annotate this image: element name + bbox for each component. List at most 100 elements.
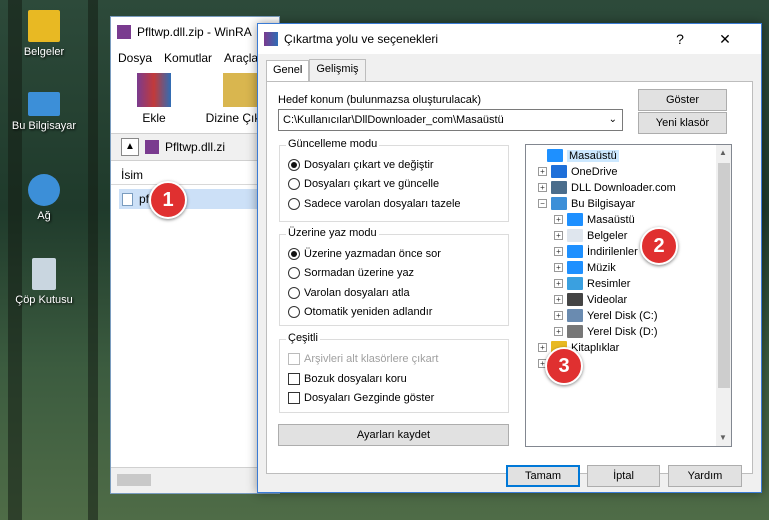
overwrite-option-ask[interactable]: Üzerine yazmadan önce sor — [288, 248, 441, 260]
overwrite-mode-title: Üzerine yaz modu — [286, 227, 379, 239]
save-settings-button[interactable]: Ayarları kaydet — [278, 424, 509, 446]
downloads-icon — [567, 245, 583, 258]
folder-tree[interactable]: Masaüstü + OneDrive + DLL Downloader.com − Bu … — [525, 144, 732, 447]
help-button[interactable]: Yardım — [668, 465, 742, 487]
column-header-name[interactable]: İsim — [111, 165, 279, 185]
overwrite-option-rename[interactable]: Otomatik yeniden adlandır — [288, 306, 432, 318]
tree-item[interactable]: + Resimler — [554, 277, 630, 290]
update-option-update[interactable]: Dosyaları çıkart ve güncelle — [288, 178, 439, 190]
tree-item[interactable]: Masaüstü — [534, 149, 619, 162]
dialog-title: Çıkartma yolu ve seçenekleri — [284, 32, 439, 46]
tab-advanced[interactable]: Gelişmiş — [309, 59, 366, 81]
drive-key-icon — [117, 474, 151, 486]
tree-item-label: Yerel Disk (C:) — [587, 309, 658, 322]
add-button-label: Ekle — [142, 111, 166, 125]
expand-toggle-icon[interactable]: + — [554, 263, 563, 272]
tree-item[interactable]: + Müzik — [554, 261, 616, 274]
computer-icon — [28, 92, 60, 116]
dest-path-value: C:\Kullanıcılar\DllDownloader_com\Masaüs… — [283, 114, 504, 126]
tab-general[interactable]: Genel — [266, 60, 310, 82]
user-icon — [551, 181, 567, 194]
annotation-marker-2: 2 — [640, 227, 678, 265]
tree-item-label: Masaüstü — [587, 213, 635, 226]
expand-toggle-icon[interactable]: − — [538, 199, 547, 208]
ok-button[interactable]: Tamam — [506, 465, 580, 487]
expand-toggle-icon[interactable]: + — [554, 215, 563, 224]
show-button[interactable]: Göster — [638, 89, 727, 111]
cancel-button[interactable]: İptal — [587, 465, 660, 487]
expand-toggle-icon[interactable]: + — [538, 167, 547, 176]
option-label: Varolan dosyaları atla — [304, 287, 410, 299]
radio[interactable] — [288, 198, 300, 210]
close-icon[interactable]: ✕ — [713, 28, 737, 50]
update-option-freshen[interactable]: Sadece varolan dosyaları tazele — [288, 198, 461, 210]
scroll-down-icon[interactable]: ▼ — [719, 433, 727, 442]
update-option-replace[interactable]: Dosyaları çıkart ve değiştir — [288, 159, 434, 171]
radio[interactable] — [288, 287, 300, 299]
checkbox[interactable] — [288, 373, 300, 385]
desktop-icon-this-pc[interactable]: Bu Bilgisayar — [4, 92, 84, 132]
menu-commands[interactable]: Komutlar — [164, 51, 212, 65]
add-button[interactable]: Ekle — [123, 69, 185, 133]
option-label: Otomatik yeniden adlandır — [304, 306, 433, 318]
tree-item-label: OneDrive — [571, 165, 618, 178]
tree-item[interactable]: + Masaüstü — [554, 213, 635, 226]
option-label: Arşivleri alt klasörlere çıkart — [304, 353, 439, 365]
expand-toggle-icon[interactable]: + — [554, 295, 563, 304]
radio-selected[interactable] — [288, 159, 300, 171]
desktop-icon-network[interactable]: Ağ — [4, 174, 84, 222]
misc-option-show-in-explorer[interactable]: Dosyaları Gezginde göster — [288, 392, 434, 404]
radio-selected[interactable] — [288, 248, 300, 260]
tree-item[interactable]: + OneDrive — [538, 165, 617, 178]
chevron-down-icon[interactable]: ⌄ — [609, 110, 617, 130]
new-folder-button[interactable]: Yeni klasör — [638, 112, 727, 134]
overwrite-option-without-prompt[interactable]: Sormadan üzerine yaz — [288, 267, 414, 279]
desktop-folder-icon — [567, 213, 583, 226]
winrar-statusbar — [111, 467, 279, 493]
extract-to-icon — [223, 73, 257, 107]
pictures-icon — [567, 277, 583, 290]
tree-item[interactable]: + İndirilenler — [554, 245, 638, 258]
expand-toggle-icon[interactable]: + — [538, 343, 547, 352]
dest-path-combobox[interactable]: C:\Kullanıcılar\DllDownloader_com\Masaüs… — [278, 109, 623, 131]
up-folder-icon[interactable]: ▲ — [121, 138, 139, 156]
tree-item-label: Kitaplıklar — [571, 341, 620, 354]
desktop-icon-recycle-bin[interactable]: Çöp Kutusu — [4, 258, 84, 306]
archive-icon — [145, 140, 159, 154]
tree-item-label: Resimler — [587, 277, 631, 290]
drive-icon — [567, 309, 583, 322]
expand-toggle-icon[interactable]: + — [554, 311, 563, 320]
tree-item-label: Yerel Disk (D:) — [587, 325, 658, 338]
tree-item[interactable]: + Belgeler — [554, 229, 627, 242]
expand-toggle-icon[interactable]: + — [554, 279, 563, 288]
desktop-icon-documents[interactable]: Belgeler — [4, 10, 84, 58]
scrollbar-thumb[interactable] — [718, 163, 730, 388]
update-mode-title: Güncelleme modu — [286, 138, 380, 150]
radio[interactable] — [288, 267, 300, 279]
tree-item[interactable]: + DLL Downloader.com — [538, 181, 676, 194]
tree-item[interactable]: + Yerel Disk (D:) — [554, 325, 658, 338]
winrar-toolbar: Ekle Dizine Çıkart — [111, 69, 279, 133]
misc-group: Çeşitli Arşivleri alt klasörlere çıkart … — [279, 332, 509, 413]
tree-item[interactable]: + Yerel Disk (C:) — [554, 309, 658, 322]
expand-toggle-icon[interactable]: + — [538, 183, 547, 192]
videos-icon — [567, 293, 583, 306]
tree-item-label: DLL Downloader.com — [571, 181, 676, 194]
expand-toggle-icon[interactable]: + — [554, 247, 563, 256]
desktop-icon-label: Ağ — [37, 210, 51, 222]
overwrite-option-skip[interactable]: Varolan dosyaları atla — [288, 287, 410, 299]
menu-file[interactable]: Dosya — [118, 51, 152, 65]
tree-scrollbar[interactable]: ▲ ▼ — [716, 145, 731, 446]
tree-item[interactable]: − Bu Bilgisayar — [538, 197, 635, 210]
expand-toggle-icon[interactable]: + — [554, 327, 563, 336]
file-row[interactable]: pfltwp.dll — [119, 189, 275, 209]
radio[interactable] — [288, 178, 300, 190]
dll-file-icon — [122, 193, 133, 206]
help-icon[interactable]: ? — [668, 28, 692, 50]
scroll-up-icon[interactable]: ▲ — [719, 148, 727, 157]
checkbox[interactable] — [288, 392, 300, 404]
radio[interactable] — [288, 306, 300, 318]
expand-toggle-icon[interactable]: + — [554, 231, 563, 240]
misc-option-keep-broken[interactable]: Bozuk dosyaları koru — [288, 373, 407, 385]
tree-item[interactable]: + Videolar — [554, 293, 627, 306]
